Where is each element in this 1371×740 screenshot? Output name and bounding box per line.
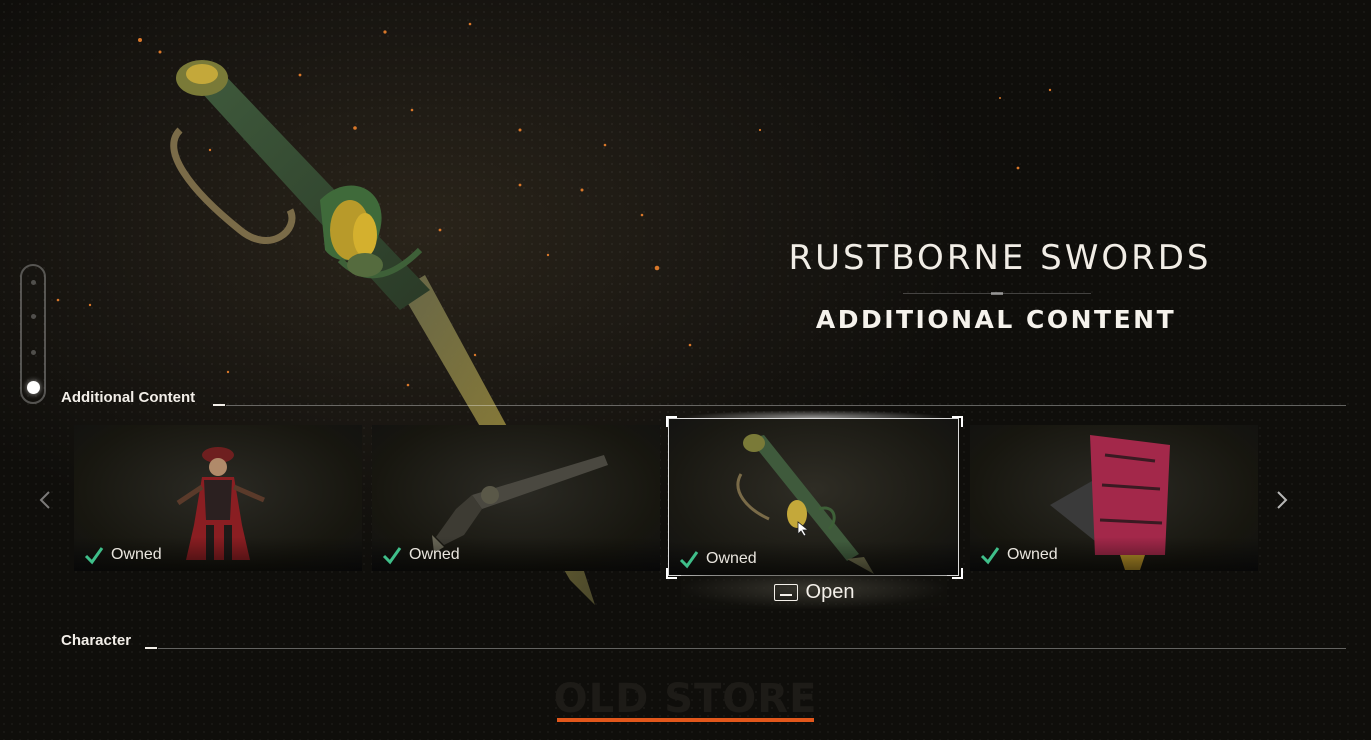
content-card-sword-selected[interactable]: Owned <box>668 418 959 576</box>
page-dot[interactable] <box>31 314 36 319</box>
page-indicator[interactable] <box>20 264 46 404</box>
page-dot-active[interactable] <box>27 381 40 394</box>
section-divider <box>226 405 1346 406</box>
owned-label: Owned <box>409 546 460 563</box>
content-card-pistol[interactable]: Owned <box>372 425 660 571</box>
check-icon <box>382 547 402 565</box>
hero-divider <box>903 292 1091 295</box>
check-icon <box>679 551 699 569</box>
check-icon <box>84 547 104 565</box>
section-dash <box>213 404 225 406</box>
section-label-character: Character <box>61 632 132 649</box>
selection-corner <box>952 416 963 427</box>
cursor-icon <box>797 521 810 537</box>
check-icon <box>980 547 1000 565</box>
page-dot[interactable] <box>31 350 36 355</box>
owned-label: Owned <box>111 546 162 563</box>
owned-status: Owned <box>382 545 460 565</box>
spacebar-key-icon <box>773 583 798 601</box>
carousel-prev-button[interactable] <box>33 486 57 514</box>
content-card-ship[interactable]: Owned <box>970 425 1258 571</box>
open-button[interactable]: Open <box>681 575 947 609</box>
tab-active-underline <box>557 718 814 722</box>
section-dash <box>145 647 157 649</box>
store-screen: RUSTBORNE SWORDS ADDITIONAL CONTENT Addi… <box>0 0 1371 740</box>
section-divider <box>158 648 1346 649</box>
owned-label: Owned <box>706 550 757 567</box>
owned-status: Owned <box>980 545 1058 565</box>
content-card-character[interactable]: Owned <box>74 425 362 571</box>
hero-subtitle: ADDITIONAL CONTENT <box>815 305 1177 334</box>
section-label-additional-content: Additional Content <box>61 389 196 406</box>
page-dot[interactable] <box>31 280 36 285</box>
owned-label: Owned <box>1007 546 1058 563</box>
selection-glow <box>680 410 948 418</box>
carousel-next-button[interactable] <box>1270 486 1294 514</box>
open-label: Open <box>805 580 855 603</box>
tab-old-store[interactable]: OLD STORE <box>548 676 823 722</box>
owned-status: Owned <box>679 549 757 569</box>
hero-title: RUSTBORNE SWORDS <box>788 238 1212 278</box>
selection-corner <box>666 568 677 579</box>
chevron-left-icon <box>39 491 50 509</box>
owned-status: Owned <box>84 545 162 565</box>
selection-corner <box>952 568 963 579</box>
chevron-right-icon <box>1277 491 1288 509</box>
selection-corner <box>666 416 677 427</box>
